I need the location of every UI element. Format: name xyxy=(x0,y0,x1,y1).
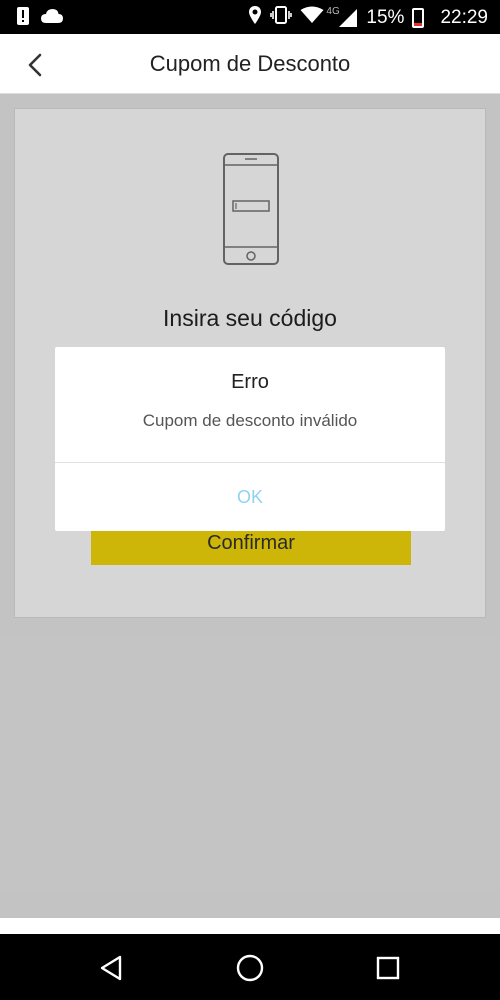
nav-home-button[interactable] xyxy=(232,950,268,986)
location-icon xyxy=(248,5,262,31)
app-bar: Cupom de Desconto xyxy=(0,34,500,94)
cloud-icon xyxy=(40,8,64,29)
recents-square-icon xyxy=(376,956,400,980)
dialog-title: Erro xyxy=(231,371,269,393)
wifi-icon xyxy=(300,6,324,30)
signal-icon: 4G xyxy=(326,6,358,28)
ok-button[interactable]: OK xyxy=(55,463,445,531)
vibrate-icon xyxy=(270,5,293,31)
page-title: Cupom de Desconto xyxy=(149,51,351,76)
nav-recents-button[interactable] xyxy=(370,950,406,986)
home-circle-icon xyxy=(236,954,264,982)
alert-icon xyxy=(16,6,30,31)
battery-icon xyxy=(412,8,425,28)
nav-back-button[interactable] xyxy=(94,950,130,986)
clock: 22:29 xyxy=(440,7,488,28)
navigation-bar xyxy=(0,934,500,1000)
network-type-label: 4G xyxy=(326,6,340,17)
error-dialog: Erro Cupom de desconto inválido OK xyxy=(55,347,445,531)
status-bar: 4G 15% 22:29 xyxy=(0,0,500,34)
status-left-icons xyxy=(16,6,64,31)
back-triangle-icon xyxy=(100,955,122,981)
battery-percent: 15% xyxy=(366,7,405,28)
dialog-message: Cupom de desconto inválido xyxy=(142,411,358,430)
bottom-strip xyxy=(0,918,500,934)
status-right-icons: 4G 15% 22:29 xyxy=(248,5,488,31)
